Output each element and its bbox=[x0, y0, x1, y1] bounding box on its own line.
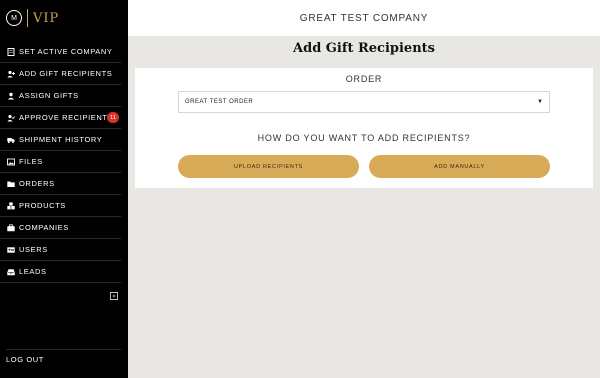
sidebar-item-leads[interactable]: Leads bbox=[0, 261, 121, 283]
sidebar-item-label: Products bbox=[19, 201, 66, 210]
sidebar-item-companies[interactable]: Companies bbox=[0, 217, 121, 239]
sidebar-item-files[interactable]: Files bbox=[0, 151, 121, 173]
sidebar-nav: Set Active Company Add Gift Recipients A… bbox=[0, 41, 121, 283]
company-name: Great Test Company bbox=[299, 12, 429, 24]
upload-recipients-button[interactable]: Upload Recipients bbox=[178, 155, 359, 178]
sidebar-item-label: Add Gift Recipients bbox=[19, 69, 113, 78]
user-icon bbox=[6, 91, 15, 100]
sidebar-item-label: Leads bbox=[19, 267, 47, 276]
sidebar: M VIP Set Active Company Add Gift Recipi… bbox=[0, 0, 128, 378]
sidebar-item-orders[interactable]: Orders bbox=[0, 173, 121, 195]
logo-mark-icon: M bbox=[6, 10, 22, 26]
sidebar-item-label: Set Active Company bbox=[19, 47, 113, 56]
boxes-icon bbox=[6, 201, 15, 210]
sidebar-item-assign-gifts[interactable]: Assign Gifts bbox=[0, 85, 121, 107]
sidebar-item-label: Files bbox=[19, 157, 43, 166]
sidebar-item-label: Orders bbox=[19, 179, 55, 188]
building-icon bbox=[6, 47, 15, 56]
collapse-icon[interactable] bbox=[110, 292, 118, 300]
sidebar-item-products[interactable]: Products bbox=[0, 195, 121, 217]
briefcase-icon bbox=[6, 223, 15, 232]
image-icon bbox=[6, 157, 15, 166]
brand-logo[interactable]: M VIP bbox=[0, 0, 128, 36]
sidebar-item-label: Approve Recipients bbox=[19, 113, 114, 122]
sidebar-item-add-gift-recipients[interactable]: Add Gift Recipients bbox=[0, 63, 121, 85]
sidebar-item-approve-recipients[interactable]: Approve Recipients 11 bbox=[0, 107, 121, 129]
add-manually-button[interactable]: Add Manually bbox=[369, 155, 550, 178]
order-label: Order bbox=[345, 74, 383, 84]
logout-button[interactable]: Log Out bbox=[6, 355, 44, 364]
caret-down-icon: ▼ bbox=[537, 99, 543, 105]
sidebar-item-label: Users bbox=[19, 245, 48, 254]
logo-text: VIP bbox=[33, 10, 60, 26]
inbox-icon bbox=[6, 267, 15, 276]
sidebar-item-users[interactable]: Users bbox=[0, 239, 121, 261]
order-select[interactable]: Great Test Order ▼ bbox=[178, 91, 550, 113]
logout-divider bbox=[6, 349, 121, 350]
order-select-value: Great Test Order bbox=[185, 99, 254, 105]
add-manually-label: Add Manually bbox=[434, 163, 485, 170]
add-method-question: How do you want to add recipients? bbox=[257, 133, 471, 143]
sidebar-item-label: Shipment History bbox=[19, 135, 103, 144]
sidebar-item-label: Companies bbox=[19, 223, 69, 232]
page-title: Add Gift Recipients bbox=[293, 41, 435, 56]
user-plus-icon bbox=[6, 69, 15, 78]
folder-icon bbox=[6, 179, 15, 188]
sidebar-item-shipment-history[interactable]: Shipment History bbox=[0, 129, 121, 151]
sidebar-item-label: Assign Gifts bbox=[19, 91, 79, 100]
recipients-panel: Order Great Test Order ▼ How do you want… bbox=[135, 68, 593, 188]
id-card-icon bbox=[6, 245, 15, 254]
notification-badge: 11 bbox=[107, 112, 119, 123]
sidebar-item-set-active-company[interactable]: Set Active Company bbox=[0, 41, 121, 63]
truck-icon bbox=[6, 135, 15, 144]
top-header: Great Test Company bbox=[128, 0, 600, 36]
user-check-icon bbox=[6, 113, 15, 122]
upload-recipients-label: Upload Recipients bbox=[233, 163, 304, 170]
logo-divider bbox=[27, 9, 28, 27]
